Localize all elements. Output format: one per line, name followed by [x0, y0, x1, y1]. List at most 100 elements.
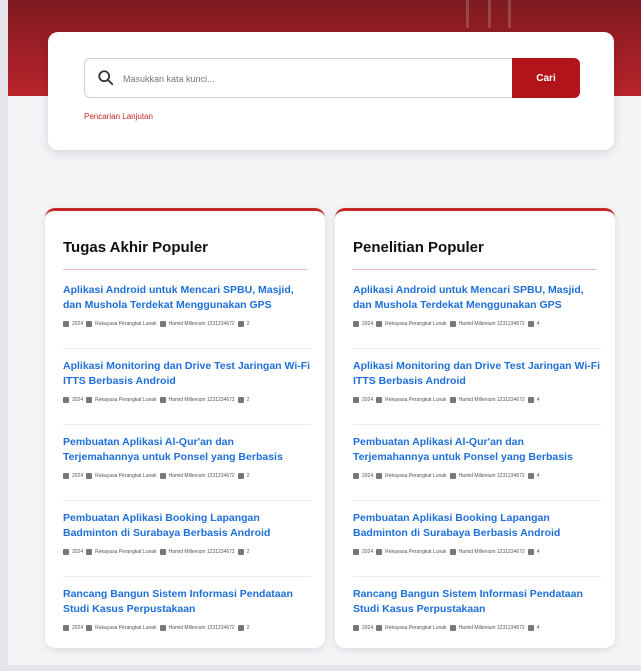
download-icon: [237, 473, 244, 479]
list-item: Rancang Bangun Sistem Informasi Pendataa…: [63, 587, 311, 653]
category-icon: [86, 549, 93, 555]
item-count: 2: [246, 321, 250, 327]
item-category: Rekayasa Perangkat Lunak: [95, 321, 157, 327]
item-count: 2: [246, 397, 250, 403]
list-item: Pembuatan Aplikasi Al-Qur'an dan Terjema…: [63, 435, 311, 501]
download-icon: [237, 397, 244, 403]
category-icon: [376, 549, 383, 555]
list-item: Aplikasi Android untuk Mencari SPBU, Mas…: [63, 283, 311, 349]
download-icon: [237, 549, 244, 555]
item-year: 2024: [72, 397, 84, 403]
list-item: Rancang Bangun Sistem Informasi Pendataa…: [353, 587, 601, 653]
item-meta: 2024 Rekayasa Perangkat Lunak Hamid Mill…: [63, 321, 311, 327]
item-meta: 2024 Rekayasa Perangkat Lunak Hamid Mill…: [353, 625, 601, 631]
download-icon: [527, 397, 534, 403]
calendar-icon: [63, 321, 69, 327]
item-category: Rekayasa Perangkat Lunak: [95, 549, 157, 555]
item-year: 2024: [72, 625, 84, 631]
item-author: Hamid Millenium 1231234672: [458, 473, 525, 479]
item-title-link[interactable]: Pembuatan Aplikasi Al-Qur'an dan Terjema…: [63, 435, 311, 467]
calendar-icon: [63, 397, 69, 403]
download-icon: [237, 625, 244, 631]
download-icon: [527, 321, 534, 327]
item-title-link[interactable]: Pembuatan Aplikasi Booking Lapangan Badm…: [63, 511, 311, 543]
item-meta: 2024 Rekayasa Perangkat Lunak Hamid Mill…: [353, 549, 601, 555]
item-year: 2024: [72, 473, 84, 479]
calendar-icon: [63, 625, 69, 631]
item-count: 2: [246, 549, 250, 555]
hero-decoration: [466, 0, 469, 28]
item-meta: 2024 Rekayasa Perangkat Lunak Hamid Mill…: [63, 549, 311, 555]
list-item: Aplikasi Android untuk Mencari SPBU, Mas…: [353, 283, 601, 349]
item-count: 2: [246, 473, 250, 479]
item-title-link[interactable]: Pembuatan Aplikasi Booking Lapangan Badm…: [353, 511, 601, 543]
divider: [353, 269, 597, 270]
item-year: 2024: [362, 321, 374, 327]
download-icon: [527, 549, 534, 555]
popular-research-list: Aplikasi Android untuk Mencari SPBU, Mas…: [353, 283, 601, 663]
download-icon: [527, 625, 534, 631]
calendar-icon: [353, 549, 359, 555]
panel-title: Penelitian Populer: [353, 239, 484, 256]
user-icon: [159, 473, 166, 479]
item-author: Hamid Millenium 1231234672: [458, 625, 525, 631]
item-category: Rekayasa Perangkat Lunak: [385, 321, 447, 327]
user-icon: [159, 397, 166, 403]
hero-decoration: [488, 0, 491, 28]
item-category: Rekayasa Perangkat Lunak: [385, 625, 447, 631]
item-title-link[interactable]: Rancang Bangun Sistem Informasi Pendataa…: [63, 587, 311, 619]
item-category: Rekayasa Perangkat Lunak: [385, 549, 447, 555]
search-card: Cari Pencarian Lanjutan: [48, 32, 614, 150]
list-item: Pembuatan Aplikasi Booking Lapangan Badm…: [353, 511, 601, 577]
popular-theses-list: Aplikasi Android untuk Mencari SPBU, Mas…: [63, 283, 311, 663]
item-title-link[interactable]: Aplikasi Android untuk Mencari SPBU, Mas…: [63, 283, 311, 315]
user-icon: [449, 549, 456, 555]
user-icon: [449, 321, 456, 327]
item-category: Rekayasa Perangkat Lunak: [385, 473, 447, 479]
popular-theses-panel: Tugas Akhir Populer Aplikasi Android unt…: [45, 208, 325, 648]
list-item: Aplikasi Monitoring dan Drive Test Jarin…: [353, 359, 601, 425]
search-icon: [98, 70, 114, 86]
item-category: Rekayasa Perangkat Lunak: [385, 397, 447, 403]
item-title-link[interactable]: Pembuatan Aplikasi Al-Qur'an dan Terjema…: [353, 435, 601, 467]
item-title-link[interactable]: Aplikasi Android untuk Mencari SPBU, Mas…: [353, 283, 601, 315]
category-icon: [86, 397, 93, 403]
page-frame-bottom: [0, 665, 641, 671]
item-count: 4: [536, 625, 540, 631]
calendar-icon: [353, 397, 359, 403]
item-year: 2024: [72, 321, 84, 327]
category-icon: [86, 321, 93, 327]
item-year: 2024: [362, 549, 374, 555]
category-icon: [376, 321, 383, 327]
item-author: Hamid Millenium 1231234672: [458, 321, 525, 327]
user-icon: [449, 397, 456, 403]
item-count: 4: [536, 397, 540, 403]
advanced-search-link[interactable]: Pencarian Lanjutan: [84, 112, 153, 121]
download-icon: [237, 321, 244, 327]
item-author: Hamid Millenium 1231234672: [168, 321, 235, 327]
item-title-link[interactable]: Rancang Bangun Sistem Informasi Pendataa…: [353, 587, 601, 619]
category-icon: [376, 625, 383, 631]
search-button[interactable]: Cari: [512, 58, 580, 98]
category-icon: [86, 625, 93, 631]
list-item: Aplikasi Monitoring dan Drive Test Jarin…: [63, 359, 311, 425]
item-title-link[interactable]: Aplikasi Monitoring dan Drive Test Jarin…: [63, 359, 311, 391]
item-title-link[interactable]: Aplikasi Monitoring dan Drive Test Jarin…: [353, 359, 601, 391]
item-author: Hamid Millenium 1231234672: [168, 397, 235, 403]
item-count: 2: [246, 625, 250, 631]
calendar-icon: [63, 473, 69, 479]
category-icon: [376, 397, 383, 403]
panel-title: Tugas Akhir Populer: [63, 239, 209, 256]
category-icon: [86, 473, 93, 479]
user-icon: [159, 549, 166, 555]
item-author: Hamid Millenium 1231234672: [168, 549, 235, 555]
calendar-icon: [353, 625, 359, 631]
item-year: 2024: [72, 549, 84, 555]
list-item: Pembuatan Aplikasi Booking Lapangan Badm…: [63, 511, 311, 577]
search-box[interactable]: [84, 58, 514, 99]
search-input[interactable]: [121, 59, 505, 99]
item-year: 2024: [362, 625, 374, 631]
user-icon: [159, 625, 166, 631]
divider: [63, 269, 307, 270]
item-meta: 2024 Rekayasa Perangkat Lunak Hamid Mill…: [63, 397, 311, 403]
